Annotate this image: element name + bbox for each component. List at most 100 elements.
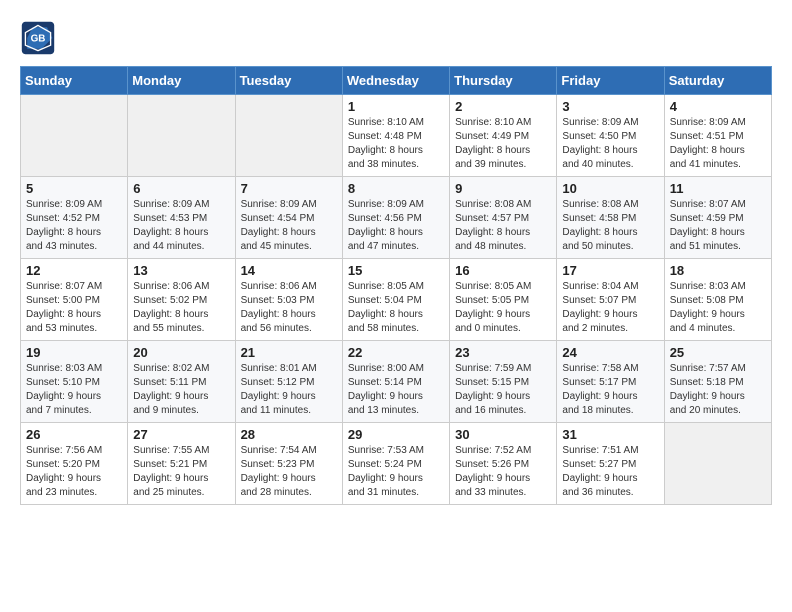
day-cell: 25 Sunrise: 7:57 AM Sunset: 5:18 PM Dayli… [664,341,771,423]
day-cell: 6 Sunrise: 8:09 AM Sunset: 4:53 PM Daylig… [128,177,235,259]
day-number: 21 [241,345,337,360]
day-info: Sunrise: 8:09 AM Sunset: 4:50 PM Dayligh… [562,116,658,172]
day-cell: 23 Sunrise: 7:59 AM Sunset: 5:15 PM Dayli… [450,341,557,423]
logo-icon: GB [20,20,56,56]
day-number: 6 [133,181,229,196]
day-number: 14 [241,263,337,278]
day-number: 29 [348,427,444,442]
day-number: 30 [455,427,551,442]
day-info: Sunrise: 8:04 AM Sunset: 5:07 PM Dayligh… [562,280,658,336]
day-cell: 5 Sunrise: 8:09 AM Sunset: 4:52 PM Daylig… [21,177,128,259]
day-info: Sunrise: 8:07 AM Sunset: 5:00 PM Dayligh… [26,280,122,336]
day-cell: 19 Sunrise: 8:03 AM Sunset: 5:10 PM Dayli… [21,341,128,423]
day-cell: 21 Sunrise: 8:01 AM Sunset: 5:12 PM Dayli… [235,341,342,423]
col-header-thursday: Thursday [450,67,557,95]
day-number: 2 [455,99,551,114]
day-info: Sunrise: 8:09 AM Sunset: 4:52 PM Dayligh… [26,198,122,254]
day-info: Sunrise: 8:10 AM Sunset: 4:48 PM Dayligh… [348,116,444,172]
day-info: Sunrise: 7:59 AM Sunset: 5:15 PM Dayligh… [455,362,551,418]
day-info: Sunrise: 8:08 AM Sunset: 4:58 PM Dayligh… [562,198,658,254]
day-info: Sunrise: 8:09 AM Sunset: 4:54 PM Dayligh… [241,198,337,254]
day-number: 19 [26,345,122,360]
col-header-tuesday: Tuesday [235,67,342,95]
day-info: Sunrise: 8:06 AM Sunset: 5:02 PM Dayligh… [133,280,229,336]
col-header-sunday: Sunday [21,67,128,95]
day-cell: 26Sunrise: 7:56 AM Sunset: 5:20 PM Dayli… [21,423,128,505]
logo-area: GB [20,20,60,56]
day-number: 8 [348,181,444,196]
day-number: 17 [562,263,658,278]
day-cell: 13 Sunrise: 8:06 AM Sunset: 5:02 PM Dayli… [128,259,235,341]
week-row-0: 1 Sunrise: 8:10 AM Sunset: 4:48 PM Daylig… [21,95,772,177]
day-cell [235,95,342,177]
day-info: Sunrise: 7:53 AM Sunset: 5:24 PM Dayligh… [348,444,444,500]
day-number: 7 [241,181,337,196]
day-info: Sunrise: 7:57 AM Sunset: 5:18 PM Dayligh… [670,362,766,418]
day-info: Sunrise: 8:00 AM Sunset: 5:14 PM Dayligh… [348,362,444,418]
day-number: 12 [26,263,122,278]
day-info: Sunrise: 8:09 AM Sunset: 4:53 PM Dayligh… [133,198,229,254]
page: GB SundayMondayTuesdayWednesdayThursdayF… [0,0,792,515]
day-cell: 29 Sunrise: 7:53 AM Sunset: 5:24 PM Dayli… [342,423,449,505]
day-cell: 24 Sunrise: 7:58 AM Sunset: 5:17 PM Dayli… [557,341,664,423]
day-cell: 28 Sunrise: 7:54 AM Sunset: 5:23 PM Dayli… [235,423,342,505]
week-row-2: 12 Sunrise: 8:07 AM Sunset: 5:00 PM Dayli… [21,259,772,341]
day-info: Sunrise: 7:58 AM Sunset: 5:17 PM Dayligh… [562,362,658,418]
svg-text:GB: GB [31,34,46,45]
day-number: 3 [562,99,658,114]
day-number: 20 [133,345,229,360]
header: GB [20,20,772,56]
col-header-friday: Friday [557,67,664,95]
day-cell: 17 Sunrise: 8:04 AM Sunset: 5:07 PM Dayli… [557,259,664,341]
day-cell: 1 Sunrise: 8:10 AM Sunset: 4:48 PM Daylig… [342,95,449,177]
day-number: 5 [26,181,122,196]
day-cell: 4 Sunrise: 8:09 AM Sunset: 4:51 PM Daylig… [664,95,771,177]
day-number: 11 [670,181,766,196]
day-info: Sunrise: 8:01 AM Sunset: 5:12 PM Dayligh… [241,362,337,418]
day-number: 23 [455,345,551,360]
day-number: 22 [348,345,444,360]
day-number: 24 [562,345,658,360]
day-info: Sunrise: 8:10 AM Sunset: 4:49 PM Dayligh… [455,116,551,172]
day-number: 16 [455,263,551,278]
day-number: 13 [133,263,229,278]
day-cell: 22 Sunrise: 8:00 AM Sunset: 5:14 PM Dayli… [342,341,449,423]
day-info: Sunrise: 7:51 AM Sunset: 5:27 PM Dayligh… [562,444,658,500]
day-number: 15 [348,263,444,278]
day-cell: 14 Sunrise: 8:06 AM Sunset: 5:03 PM Dayli… [235,259,342,341]
header-row: SundayMondayTuesdayWednesdayThursdayFrid… [21,67,772,95]
day-cell [21,95,128,177]
day-cell: 15Sunrise: 8:05 AM Sunset: 5:04 PM Dayli… [342,259,449,341]
day-info: Sunrise: 7:52 AM Sunset: 5:26 PM Dayligh… [455,444,551,500]
day-number: 4 [670,99,766,114]
day-info: Sunrise: 7:56 AM Sunset: 5:20 PM Dayligh… [26,444,122,500]
day-cell: 9Sunrise: 8:08 AM Sunset: 4:57 PM Daylig… [450,177,557,259]
day-cell: 10 Sunrise: 8:08 AM Sunset: 4:58 PM Dayli… [557,177,664,259]
day-cell: 30 Sunrise: 7:52 AM Sunset: 5:26 PM Dayli… [450,423,557,505]
day-info: Sunrise: 8:06 AM Sunset: 5:03 PM Dayligh… [241,280,337,336]
day-number: 10 [562,181,658,196]
col-header-monday: Monday [128,67,235,95]
day-info: Sunrise: 8:08 AM Sunset: 4:57 PM Dayligh… [455,198,551,254]
day-info: Sunrise: 8:03 AM Sunset: 5:10 PM Dayligh… [26,362,122,418]
day-cell: 12 Sunrise: 8:07 AM Sunset: 5:00 PM Dayli… [21,259,128,341]
day-info: Sunrise: 7:55 AM Sunset: 5:21 PM Dayligh… [133,444,229,500]
week-row-4: 26Sunrise: 7:56 AM Sunset: 5:20 PM Dayli… [21,423,772,505]
day-cell: 31Sunrise: 7:51 AM Sunset: 5:27 PM Dayli… [557,423,664,505]
day-info: Sunrise: 8:07 AM Sunset: 4:59 PM Dayligh… [670,198,766,254]
day-info: Sunrise: 8:05 AM Sunset: 5:05 PM Dayligh… [455,280,551,336]
day-info: Sunrise: 7:54 AM Sunset: 5:23 PM Dayligh… [241,444,337,500]
day-info: Sunrise: 8:09 AM Sunset: 4:56 PM Dayligh… [348,198,444,254]
day-number: 25 [670,345,766,360]
day-cell: 18Sunrise: 8:03 AM Sunset: 5:08 PM Dayli… [664,259,771,341]
day-info: Sunrise: 8:09 AM Sunset: 4:51 PM Dayligh… [670,116,766,172]
day-cell: 20Sunrise: 8:02 AM Sunset: 5:11 PM Dayli… [128,341,235,423]
day-cell: 3 Sunrise: 8:09 AM Sunset: 4:50 PM Daylig… [557,95,664,177]
day-number: 28 [241,427,337,442]
day-cell: 7 Sunrise: 8:09 AM Sunset: 4:54 PM Daylig… [235,177,342,259]
day-cell: 16 Sunrise: 8:05 AM Sunset: 5:05 PM Dayli… [450,259,557,341]
day-number: 1 [348,99,444,114]
col-header-saturday: Saturday [664,67,771,95]
day-cell: 27Sunrise: 7:55 AM Sunset: 5:21 PM Dayli… [128,423,235,505]
day-cell: 2 Sunrise: 8:10 AM Sunset: 4:49 PM Daylig… [450,95,557,177]
